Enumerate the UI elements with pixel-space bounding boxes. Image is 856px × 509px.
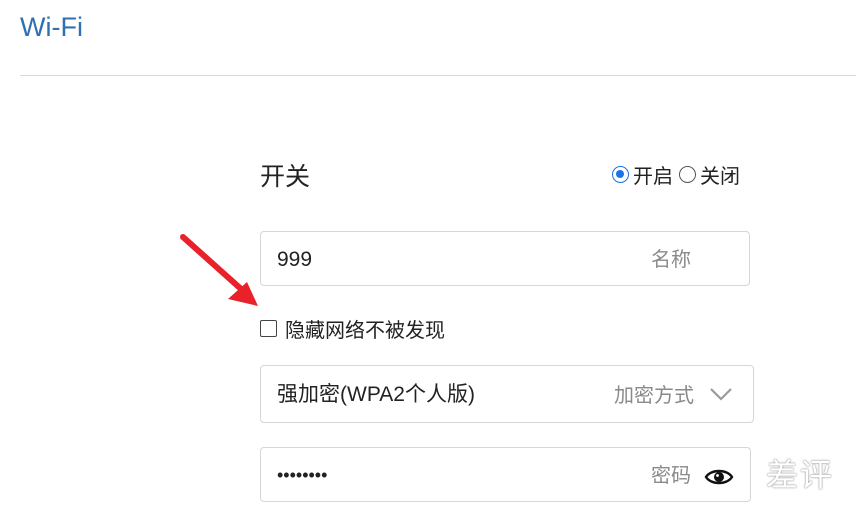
radio-on[interactable] [612,166,629,183]
encryption-select[interactable]: 强加密(WPA2个人版) 加密方式 [260,365,754,423]
password-hint: 密码 [651,463,691,487]
encryption-value: 强加密(WPA2个人版) [277,383,475,406]
red-arrow-icon [180,234,258,306]
radio-on-label[interactable]: 开启 [633,160,673,189]
network-name-field[interactable]: 999 名称 [260,231,750,286]
hide-network-row: 隐藏网络不被发现 [260,314,445,343]
password-field[interactable]: •••••••• 密码 [260,447,751,502]
hide-network-label[interactable]: 隐藏网络不被发现 [285,314,445,343]
radio-off-label[interactable]: 关闭 [700,160,740,189]
header-divider [20,75,856,76]
page-title: Wi-Fi [20,12,83,42]
switch-label: 开关 [260,162,311,191]
watermark: 差评 [766,456,835,494]
network-name-value: 999 [277,248,313,271]
switch-radio-group: 开启 关闭 [612,160,746,189]
network-name-hint: 名称 [651,247,691,271]
wifi-settings-page: Wi-Fi 开关 开启 关闭 999 名称 隐藏网络不被发现 强加密(WPA2个… [0,0,856,509]
chevron-down-icon[interactable] [709,384,733,404]
password-value: •••••••• [277,465,328,485]
radio-off[interactable] [679,166,696,183]
eye-icon[interactable] [704,465,734,487]
hide-network-checkbox[interactable] [260,320,277,337]
encryption-hint: 加密方式 [614,383,694,407]
